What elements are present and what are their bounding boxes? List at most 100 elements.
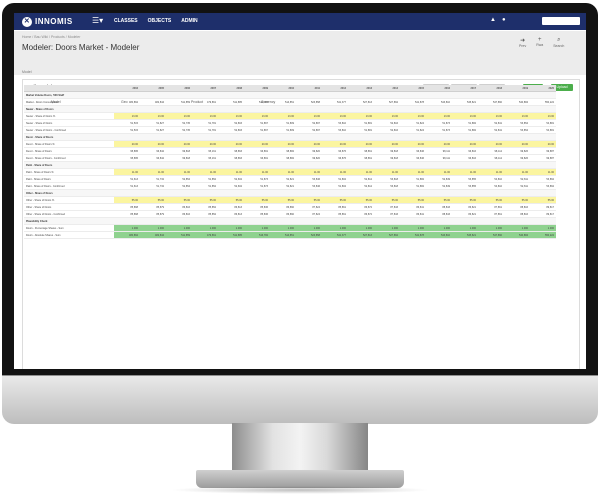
- empty-cell: [478, 105, 504, 113]
- table-cell[interactable]: 11.00: [270, 168, 296, 176]
- table-cell[interactable]: 13.00: [140, 112, 166, 120]
- table-cell[interactable]: 13.00: [322, 112, 348, 120]
- table-cell[interactable]: 20.00: [400, 140, 426, 148]
- table-cell[interactable]: 11.00: [530, 168, 556, 176]
- empty-cell: [426, 217, 452, 225]
- table-cell[interactable]: 11.00: [478, 168, 504, 176]
- table-cell[interactable]: 20.00: [244, 140, 270, 148]
- table-cell[interactable]: 20.00: [348, 140, 374, 148]
- table-cell[interactable]: 20.00: [114, 140, 140, 148]
- table-cell[interactable]: 11.00: [244, 168, 270, 176]
- table-cell[interactable]: 11.00: [504, 168, 530, 176]
- nav-item-classes[interactable]: CLASSES: [114, 18, 138, 24]
- table-cell[interactable]: 20.00: [504, 140, 530, 148]
- table-cell[interactable]: 55.00: [400, 196, 426, 204]
- table-cell: 86,821: [452, 203, 478, 211]
- table-cell[interactable]: 20.00: [530, 140, 556, 148]
- table-cell[interactable]: 55.00: [192, 196, 218, 204]
- table-cell[interactable]: 13.00: [400, 112, 426, 120]
- empty-cell: [530, 189, 556, 197]
- table-cell: 85,836: [244, 210, 270, 218]
- table-cell[interactable]: 11.00: [192, 168, 218, 176]
- table-cell[interactable]: 20.00: [374, 140, 400, 148]
- table-cell: 86,872: [348, 203, 374, 211]
- table-cell[interactable]: 13.00: [452, 112, 478, 120]
- nav-item-admin[interactable]: ADMIN: [181, 18, 197, 24]
- upload-icon[interactable]: ▲: [490, 17, 496, 23]
- empty-cell: [166, 161, 192, 169]
- table-cell: 86,841: [400, 203, 426, 211]
- empty-cell: [140, 161, 166, 169]
- table-cell[interactable]: 11.00: [296, 168, 322, 176]
- table-cell[interactable]: 55.00: [244, 196, 270, 204]
- table-cell[interactable]: 20.00: [322, 140, 348, 148]
- table-cell[interactable]: 55.00: [322, 196, 348, 204]
- table-cell[interactable]: 11.00: [166, 168, 192, 176]
- table-cell[interactable]: 20.00: [452, 140, 478, 148]
- table-cell[interactable]: 55.00: [426, 196, 452, 204]
- search-action[interactable]: ⌕ Search: [553, 37, 564, 48]
- table-cell[interactable]: 55.00: [166, 196, 192, 204]
- table-cell[interactable]: 55.00: [478, 196, 504, 204]
- nav-item-objects[interactable]: OBJECTS: [148, 18, 172, 24]
- table-cell[interactable]: 11.00: [140, 168, 166, 176]
- table-cell[interactable]: 11.00: [322, 168, 348, 176]
- table-cell[interactable]: 11.00: [218, 168, 244, 176]
- table-cell[interactable]: 13.00: [166, 112, 192, 120]
- table-cell[interactable]: 20.00: [426, 140, 452, 148]
- table-cell[interactable]: 55.00: [530, 196, 556, 204]
- table-cell[interactable]: 20.00: [478, 140, 504, 148]
- table-cell[interactable]: 55.00: [114, 196, 140, 204]
- table-cell[interactable]: 11.00: [374, 168, 400, 176]
- table-cell[interactable]: 20.00: [218, 140, 244, 148]
- table-cell: 527,813: [348, 98, 374, 106]
- table-cell[interactable]: 55.00: [374, 196, 400, 204]
- empty-cell: [478, 91, 504, 99]
- table-cell[interactable]: 13.00: [270, 112, 296, 120]
- table-cell[interactable]: 13.00: [478, 112, 504, 120]
- table-cell[interactable]: 55.00: [270, 196, 296, 204]
- user-icon[interactable]: ●: [502, 17, 506, 23]
- table-cell[interactable]: 11.00: [426, 168, 452, 176]
- table-cell[interactable]: 55.00: [452, 196, 478, 204]
- table-cell[interactable]: 11.00: [452, 168, 478, 176]
- table-cell[interactable]: 13.00: [296, 112, 322, 120]
- table-cell[interactable]: 13.00: [114, 112, 140, 120]
- prev-action[interactable]: ➜ Prev: [519, 37, 526, 48]
- table-cell[interactable]: 13.00: [218, 112, 244, 120]
- table-cell[interactable]: 55.00: [348, 196, 374, 204]
- table-cell[interactable]: 13.00: [426, 112, 452, 120]
- table-cell[interactable]: 13.00: [192, 112, 218, 120]
- rwa-action[interactable]: + Rwa: [536, 37, 543, 48]
- table-cell[interactable]: 11.00: [348, 168, 374, 176]
- table-cell: 53,810: [322, 126, 348, 134]
- table-cell[interactable]: 20.00: [166, 140, 192, 148]
- table-cell[interactable]: 11.00: [114, 168, 140, 176]
- app-logo[interactable]: ✕ INNOMIS: [22, 16, 73, 27]
- table-cell[interactable]: 55.00: [296, 196, 322, 204]
- empty-cell: [244, 91, 270, 99]
- table-cell[interactable]: 20.00: [270, 140, 296, 148]
- table-cell[interactable]: 13.00: [374, 112, 400, 120]
- table-cell[interactable]: 11.00: [400, 168, 426, 176]
- table-cell[interactable]: 13.00: [348, 112, 374, 120]
- table-cell: 85,861: [322, 210, 348, 218]
- table-cell[interactable]: 55.00: [504, 196, 530, 204]
- table-cell[interactable]: 13.00: [530, 112, 556, 120]
- table-row: Newer - Share of Doors - Confirmed 51,515…: [24, 126, 556, 134]
- table-cell[interactable]: 55.00: [140, 196, 166, 204]
- table-cell: 86,816: [166, 210, 192, 218]
- table-cell[interactable]: 55.00: [218, 196, 244, 204]
- table-cell: 53,862: [530, 182, 556, 190]
- table-cell[interactable]: 13.00: [244, 112, 270, 120]
- table-cell[interactable]: 20.00: [192, 140, 218, 148]
- table-cell[interactable]: 13.00: [504, 112, 530, 120]
- breadcrumb[interactable]: Home / Bau Wiki / Products / Modeler: [22, 35, 80, 39]
- hamburger-menu-icon[interactable]: ☰▾: [92, 16, 103, 25]
- table-cell: 51,882: [452, 119, 478, 127]
- table-cell[interactable]: 20.00: [140, 140, 166, 148]
- tab-model[interactable]: Model: [22, 70, 32, 74]
- search-input[interactable]: [542, 17, 580, 25]
- table-cell: 96,842: [140, 147, 166, 155]
- table-cell[interactable]: 20.00: [296, 140, 322, 148]
